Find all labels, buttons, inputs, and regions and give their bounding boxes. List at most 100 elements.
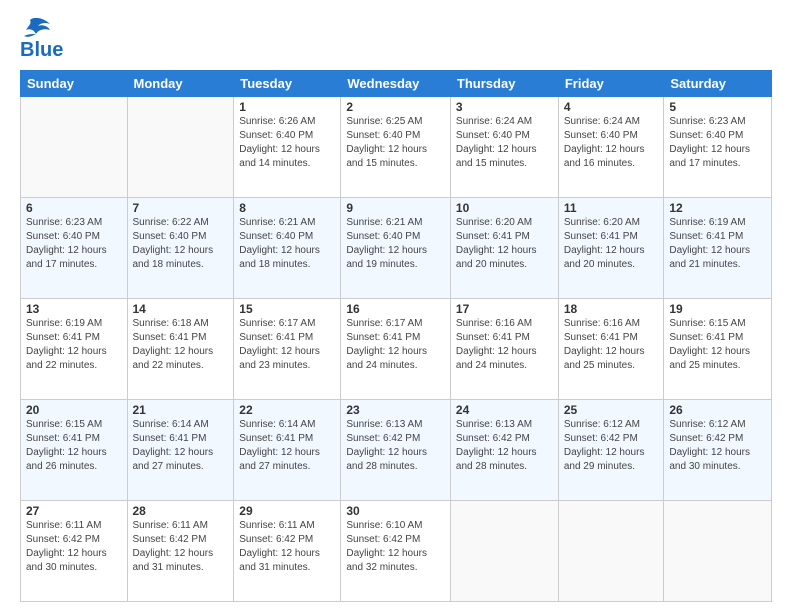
day-number: 3 <box>456 100 553 114</box>
day-cell: 28Sunrise: 6:11 AM Sunset: 6:42 PM Dayli… <box>127 501 234 602</box>
day-cell: 24Sunrise: 6:13 AM Sunset: 6:42 PM Dayli… <box>450 400 558 501</box>
day-detail: Sunrise: 6:17 AM Sunset: 6:41 PM Dayligh… <box>239 317 335 373</box>
weekday-header-tuesday: Tuesday <box>234 71 341 97</box>
day-detail: Sunrise: 6:20 AM Sunset: 6:41 PM Dayligh… <box>564 216 659 272</box>
page: Blue SundayMondayTuesdayWednesdayThursda… <box>0 0 792 612</box>
day-number: 21 <box>133 403 229 417</box>
day-cell <box>21 97 128 198</box>
day-cell: 5Sunrise: 6:23 AM Sunset: 6:40 PM Daylig… <box>664 97 772 198</box>
day-number: 13 <box>26 302 122 316</box>
day-number: 5 <box>669 100 766 114</box>
week-row-3: 13Sunrise: 6:19 AM Sunset: 6:41 PM Dayli… <box>21 299 772 400</box>
day-detail: Sunrise: 6:22 AM Sunset: 6:40 PM Dayligh… <box>133 216 229 272</box>
day-number: 19 <box>669 302 766 316</box>
day-detail: Sunrise: 6:23 AM Sunset: 6:40 PM Dayligh… <box>26 216 122 272</box>
day-cell: 20Sunrise: 6:15 AM Sunset: 6:41 PM Dayli… <box>21 400 128 501</box>
day-cell <box>450 501 558 602</box>
day-detail: Sunrise: 6:13 AM Sunset: 6:42 PM Dayligh… <box>346 418 445 474</box>
day-detail: Sunrise: 6:16 AM Sunset: 6:41 PM Dayligh… <box>564 317 659 373</box>
day-cell: 9Sunrise: 6:21 AM Sunset: 6:40 PM Daylig… <box>341 198 451 299</box>
day-detail: Sunrise: 6:12 AM Sunset: 6:42 PM Dayligh… <box>564 418 659 474</box>
day-cell: 4Sunrise: 6:24 AM Sunset: 6:40 PM Daylig… <box>558 97 664 198</box>
day-detail: Sunrise: 6:21 AM Sunset: 6:40 PM Dayligh… <box>239 216 335 272</box>
day-number: 15 <box>239 302 335 316</box>
day-detail: Sunrise: 6:20 AM Sunset: 6:41 PM Dayligh… <box>456 216 553 272</box>
weekday-header-monday: Monday <box>127 71 234 97</box>
calendar-table: SundayMondayTuesdayWednesdayThursdayFrid… <box>20 70 772 602</box>
day-detail: Sunrise: 6:25 AM Sunset: 6:40 PM Dayligh… <box>346 115 445 171</box>
week-row-5: 27Sunrise: 6:11 AM Sunset: 6:42 PM Dayli… <box>21 501 772 602</box>
logo: Blue <box>20 18 63 60</box>
day-number: 4 <box>564 100 659 114</box>
logo-blue-text: Blue <box>20 40 63 60</box>
weekday-header-sunday: Sunday <box>21 71 128 97</box>
day-cell: 29Sunrise: 6:11 AM Sunset: 6:42 PM Dayli… <box>234 501 341 602</box>
day-detail: Sunrise: 6:23 AM Sunset: 6:40 PM Dayligh… <box>669 115 766 171</box>
day-number: 7 <box>133 201 229 215</box>
day-detail: Sunrise: 6:11 AM Sunset: 6:42 PM Dayligh… <box>133 519 229 575</box>
day-number: 11 <box>564 201 659 215</box>
day-detail: Sunrise: 6:24 AM Sunset: 6:40 PM Dayligh… <box>456 115 553 171</box>
day-detail: Sunrise: 6:14 AM Sunset: 6:41 PM Dayligh… <box>239 418 335 474</box>
day-detail: Sunrise: 6:11 AM Sunset: 6:42 PM Dayligh… <box>26 519 122 575</box>
day-cell: 13Sunrise: 6:19 AM Sunset: 6:41 PM Dayli… <box>21 299 128 400</box>
day-number: 20 <box>26 403 122 417</box>
day-detail: Sunrise: 6:15 AM Sunset: 6:41 PM Dayligh… <box>669 317 766 373</box>
day-number: 17 <box>456 302 553 316</box>
day-number: 26 <box>669 403 766 417</box>
day-detail: Sunrise: 6:19 AM Sunset: 6:41 PM Dayligh… <box>26 317 122 373</box>
day-number: 23 <box>346 403 445 417</box>
day-cell: 18Sunrise: 6:16 AM Sunset: 6:41 PM Dayli… <box>558 299 664 400</box>
weekday-header-row: SundayMondayTuesdayWednesdayThursdayFrid… <box>21 71 772 97</box>
day-cell: 3Sunrise: 6:24 AM Sunset: 6:40 PM Daylig… <box>450 97 558 198</box>
day-cell: 27Sunrise: 6:11 AM Sunset: 6:42 PM Dayli… <box>21 501 128 602</box>
header: Blue <box>20 18 772 60</box>
day-cell <box>558 501 664 602</box>
day-number: 1 <box>239 100 335 114</box>
day-detail: Sunrise: 6:21 AM Sunset: 6:40 PM Dayligh… <box>346 216 445 272</box>
day-detail: Sunrise: 6:13 AM Sunset: 6:42 PM Dayligh… <box>456 418 553 474</box>
day-cell: 8Sunrise: 6:21 AM Sunset: 6:40 PM Daylig… <box>234 198 341 299</box>
day-cell <box>127 97 234 198</box>
day-cell: 15Sunrise: 6:17 AM Sunset: 6:41 PM Dayli… <box>234 299 341 400</box>
day-number: 25 <box>564 403 659 417</box>
day-cell: 21Sunrise: 6:14 AM Sunset: 6:41 PM Dayli… <box>127 400 234 501</box>
day-number: 29 <box>239 504 335 518</box>
day-number: 2 <box>346 100 445 114</box>
day-cell: 10Sunrise: 6:20 AM Sunset: 6:41 PM Dayli… <box>450 198 558 299</box>
week-row-1: 1Sunrise: 6:26 AM Sunset: 6:40 PM Daylig… <box>21 97 772 198</box>
weekday-header-wednesday: Wednesday <box>341 71 451 97</box>
day-number: 30 <box>346 504 445 518</box>
day-number: 12 <box>669 201 766 215</box>
day-number: 27 <box>26 504 122 518</box>
day-detail: Sunrise: 6:11 AM Sunset: 6:42 PM Dayligh… <box>239 519 335 575</box>
day-cell: 11Sunrise: 6:20 AM Sunset: 6:41 PM Dayli… <box>558 198 664 299</box>
day-number: 16 <box>346 302 445 316</box>
day-cell: 16Sunrise: 6:17 AM Sunset: 6:41 PM Dayli… <box>341 299 451 400</box>
day-cell: 30Sunrise: 6:10 AM Sunset: 6:42 PM Dayli… <box>341 501 451 602</box>
day-cell: 2Sunrise: 6:25 AM Sunset: 6:40 PM Daylig… <box>341 97 451 198</box>
day-detail: Sunrise: 6:16 AM Sunset: 6:41 PM Dayligh… <box>456 317 553 373</box>
day-number: 6 <box>26 201 122 215</box>
weekday-header-friday: Friday <box>558 71 664 97</box>
day-number: 28 <box>133 504 229 518</box>
day-number: 9 <box>346 201 445 215</box>
weekday-header-thursday: Thursday <box>450 71 558 97</box>
day-detail: Sunrise: 6:18 AM Sunset: 6:41 PM Dayligh… <box>133 317 229 373</box>
day-cell <box>664 501 772 602</box>
day-detail: Sunrise: 6:12 AM Sunset: 6:42 PM Dayligh… <box>669 418 766 474</box>
day-number: 24 <box>456 403 553 417</box>
day-cell: 23Sunrise: 6:13 AM Sunset: 6:42 PM Dayli… <box>341 400 451 501</box>
day-cell: 6Sunrise: 6:23 AM Sunset: 6:40 PM Daylig… <box>21 198 128 299</box>
day-detail: Sunrise: 6:14 AM Sunset: 6:41 PM Dayligh… <box>133 418 229 474</box>
day-detail: Sunrise: 6:17 AM Sunset: 6:41 PM Dayligh… <box>346 317 445 373</box>
day-detail: Sunrise: 6:10 AM Sunset: 6:42 PM Dayligh… <box>346 519 445 575</box>
day-detail: Sunrise: 6:26 AM Sunset: 6:40 PM Dayligh… <box>239 115 335 171</box>
day-detail: Sunrise: 6:15 AM Sunset: 6:41 PM Dayligh… <box>26 418 122 474</box>
day-number: 8 <box>239 201 335 215</box>
day-cell: 12Sunrise: 6:19 AM Sunset: 6:41 PM Dayli… <box>664 198 772 299</box>
day-cell: 25Sunrise: 6:12 AM Sunset: 6:42 PM Dayli… <box>558 400 664 501</box>
day-cell: 1Sunrise: 6:26 AM Sunset: 6:40 PM Daylig… <box>234 97 341 198</box>
day-cell: 19Sunrise: 6:15 AM Sunset: 6:41 PM Dayli… <box>664 299 772 400</box>
day-detail: Sunrise: 6:19 AM Sunset: 6:41 PM Dayligh… <box>669 216 766 272</box>
